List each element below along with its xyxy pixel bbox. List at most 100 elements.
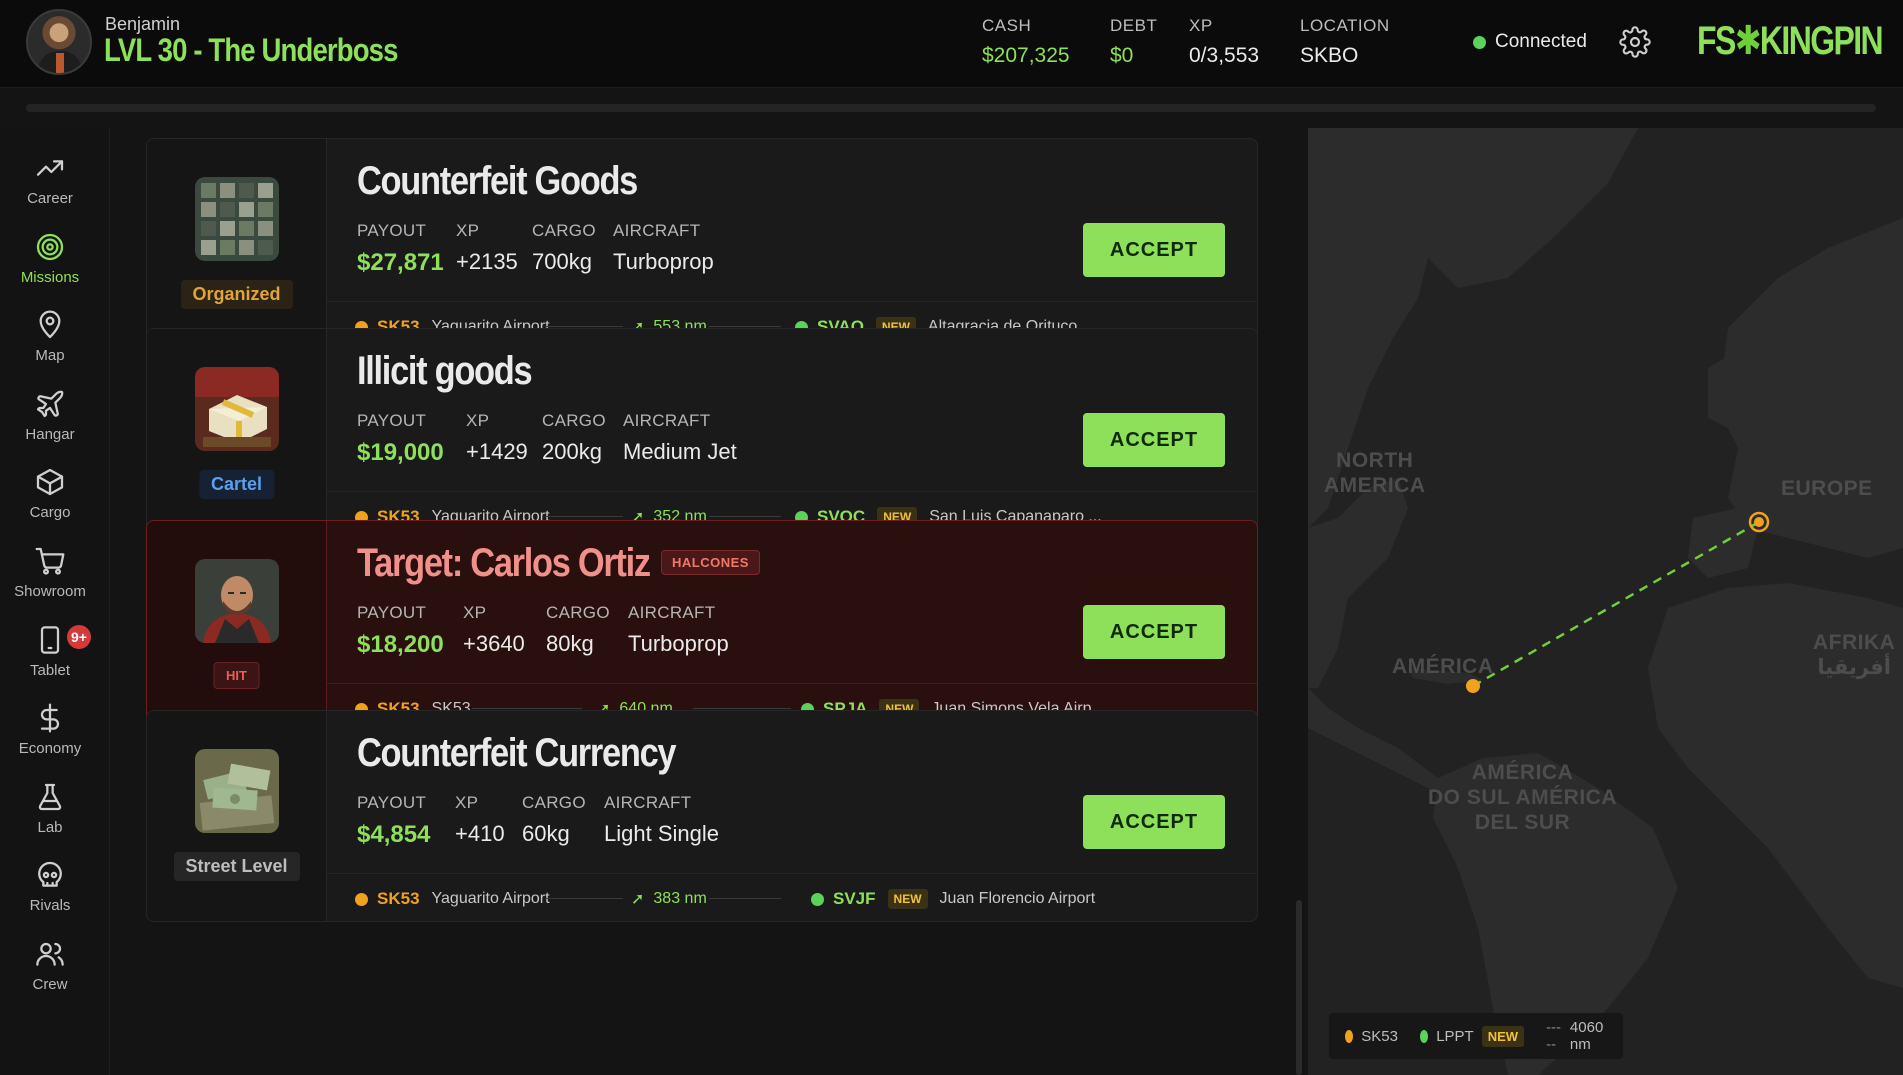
sidebar-item-crew[interactable]: Crew [0,938,100,1008]
route-line-left [545,516,623,517]
metric-value: +2135 [456,249,518,274]
sidebar-item-label: Missions [20,268,80,286]
metric-value: Turboprop [628,631,729,656]
plane-icon [36,390,64,417]
accept-button[interactable]: ACCEPT [1083,605,1225,659]
sidebar-item-rivals[interactable]: Rivals [0,859,100,929]
accept-button[interactable]: ACCEPT [1083,795,1225,849]
app-logo: FS✱KINGPIN [1697,18,1884,64]
gear-icon[interactable] [1619,26,1651,58]
package-icon [195,367,279,451]
stat-value: SKBO [1300,44,1359,67]
metric-label: CARGO [546,603,610,622]
sidebar-item-label: Crew [32,976,68,993]
metric-label: AIRCRAFT [613,221,701,240]
mission-title: Counterfeit Currency [357,731,677,775]
landmass-greenland [1398,128,1638,288]
destination-airport: Juan Florencio Airport [939,890,1096,907]
accept-button[interactable]: ACCEPT [1083,223,1225,277]
metric-aircraft: AIRCRAFT Medium Jet [623,411,737,465]
metric-value: 80kg [546,631,594,656]
mission-title: Counterfeit Goods [357,159,638,203]
stat-label: DEBT [1110,16,1158,35]
target-portrait-icon [195,559,279,643]
metric-payout: PAYOUT $4,854 [357,793,430,849]
metric-label: PAYOUT [357,221,427,240]
sidebar-item-label: Rivals [29,897,71,915]
map-label-america: AMÉRICA [1392,655,1494,678]
sidebar-item-economy[interactable]: Economy [0,702,100,772]
notification-badge: 9+ [64,621,94,652]
mission-tier-badge: Street Level [173,852,300,881]
metric-xp: XP +1429 [466,411,528,465]
sidebar-item-career[interactable]: Career [0,152,100,222]
mission-card[interactable]: Organized Counterfeit Goods PAYOUT $27,871 X… [146,138,1258,350]
sidebar-item-label: Hangar [25,425,75,443]
scrollbar[interactable] [1296,900,1302,1075]
mission-card[interactable]: HIT Target: Carlos Ortiz HALCONES PAYOUT $18… [146,520,1258,734]
world-map[interactable]: NORTH AMERICA EUROPE AFRIKA أفريقيا AMÉRIC… [1308,128,1903,1075]
destination-dot-icon [811,892,824,906]
mission-tier-badge: HIT [213,662,260,689]
city-blocks-icon [195,177,279,261]
mission-card[interactable]: Street Level Counterfeit Currency PAYOUT $4… [146,710,1258,922]
map-canvas [1308,128,1903,1075]
map-legend: SK53 LPPT NEW ----- 4060 nm [1329,1013,1623,1059]
mission-list[interactable]: Organized Counterfeit Goods PAYOUT $27,871 X… [110,128,1300,1075]
metric-label: PAYOUT [357,603,427,622]
metric-cargo: CARGO 200kg [542,411,606,465]
accept-button[interactable]: ACCEPT [1083,413,1225,467]
metric-value: $4,854 [357,821,431,848]
sidebar-item-map[interactable]: Map [0,309,100,379]
route-line-right [709,326,781,327]
stat-location: LOCATION SKBO [1300,16,1390,68]
origin-airport: Yaguarito Airport [431,890,550,907]
mission-title: Illicit goods [357,349,533,393]
sidebar-item-label: Lab [37,818,63,836]
metric-value: +3640 [463,631,525,656]
metric-value: $27,871 [357,249,444,276]
stat-label: XP [1189,16,1213,35]
tablet-icon [40,625,60,654]
route-line-right [693,708,791,709]
metric-label: CARGO [522,793,586,812]
metric-payout: PAYOUT $19,000 [357,411,444,467]
avatar[interactable] [26,9,92,75]
metric-label: XP [466,411,490,430]
sidebar-item-label: Career [27,190,73,207]
sidebar-nav: Career Missions Map Hangar Cargo Showroom Tabl… [0,128,110,1075]
dashed-line-icon: ----- [1546,1019,1562,1053]
mission-card[interactable]: Cartel Illicit goods PAYOUT $19,000 XP +1429 C… [146,328,1258,540]
metric-cargo: CARGO 700kg [532,221,596,275]
sidebar-item-tablet[interactable]: Tablet 9+ [0,621,100,694]
metric-aircraft: AIRCRAFT Turboprop [628,603,729,657]
cart-icon [35,547,65,575]
stat-value: 0/3,553 [1189,44,1260,67]
legend-new-badge: NEW [1481,1025,1525,1047]
sidebar-item-showroom[interactable]: Showroom [0,545,100,615]
metric-label: XP [463,603,487,622]
sidebar-item-hangar[interactable]: Hangar [0,388,100,458]
sidebar-item-lab[interactable]: Lab [0,781,100,851]
stat-xp: XP 0/3,553 [1189,16,1259,68]
legend-distance: 4060 nm [1569,1019,1604,1053]
sidebar-item-missions[interactable]: Missions [0,231,100,301]
mission-thumbnail-panel: Cartel [147,329,327,539]
metric-value: Turboprop [613,249,714,274]
sidebar-item-label: Tablet [29,661,71,679]
map-label-africa: AFRIKA أفريقيا [1813,631,1896,679]
destination-dot-icon [1419,1029,1429,1043]
metric-value: 60kg [522,821,570,846]
skull-icon [38,862,62,888]
metric-value: Light Single [604,821,719,846]
metric-label: PAYOUT [357,793,427,812]
metric-value: $19,000 [357,439,444,466]
metric-label: PAYOUT [357,411,427,430]
sidebar-item-cargo[interactable]: Cargo [0,466,100,536]
cash-pile-icon [195,749,279,833]
metric-aircraft: AIRCRAFT Light Single [604,793,719,847]
destination-code: SVJF [833,889,876,908]
users-icon [36,942,64,966]
map-label-europe: EUROPE [1781,477,1873,500]
route-destination: SVJF NEW Juan Florencio Airport [811,889,1095,909]
